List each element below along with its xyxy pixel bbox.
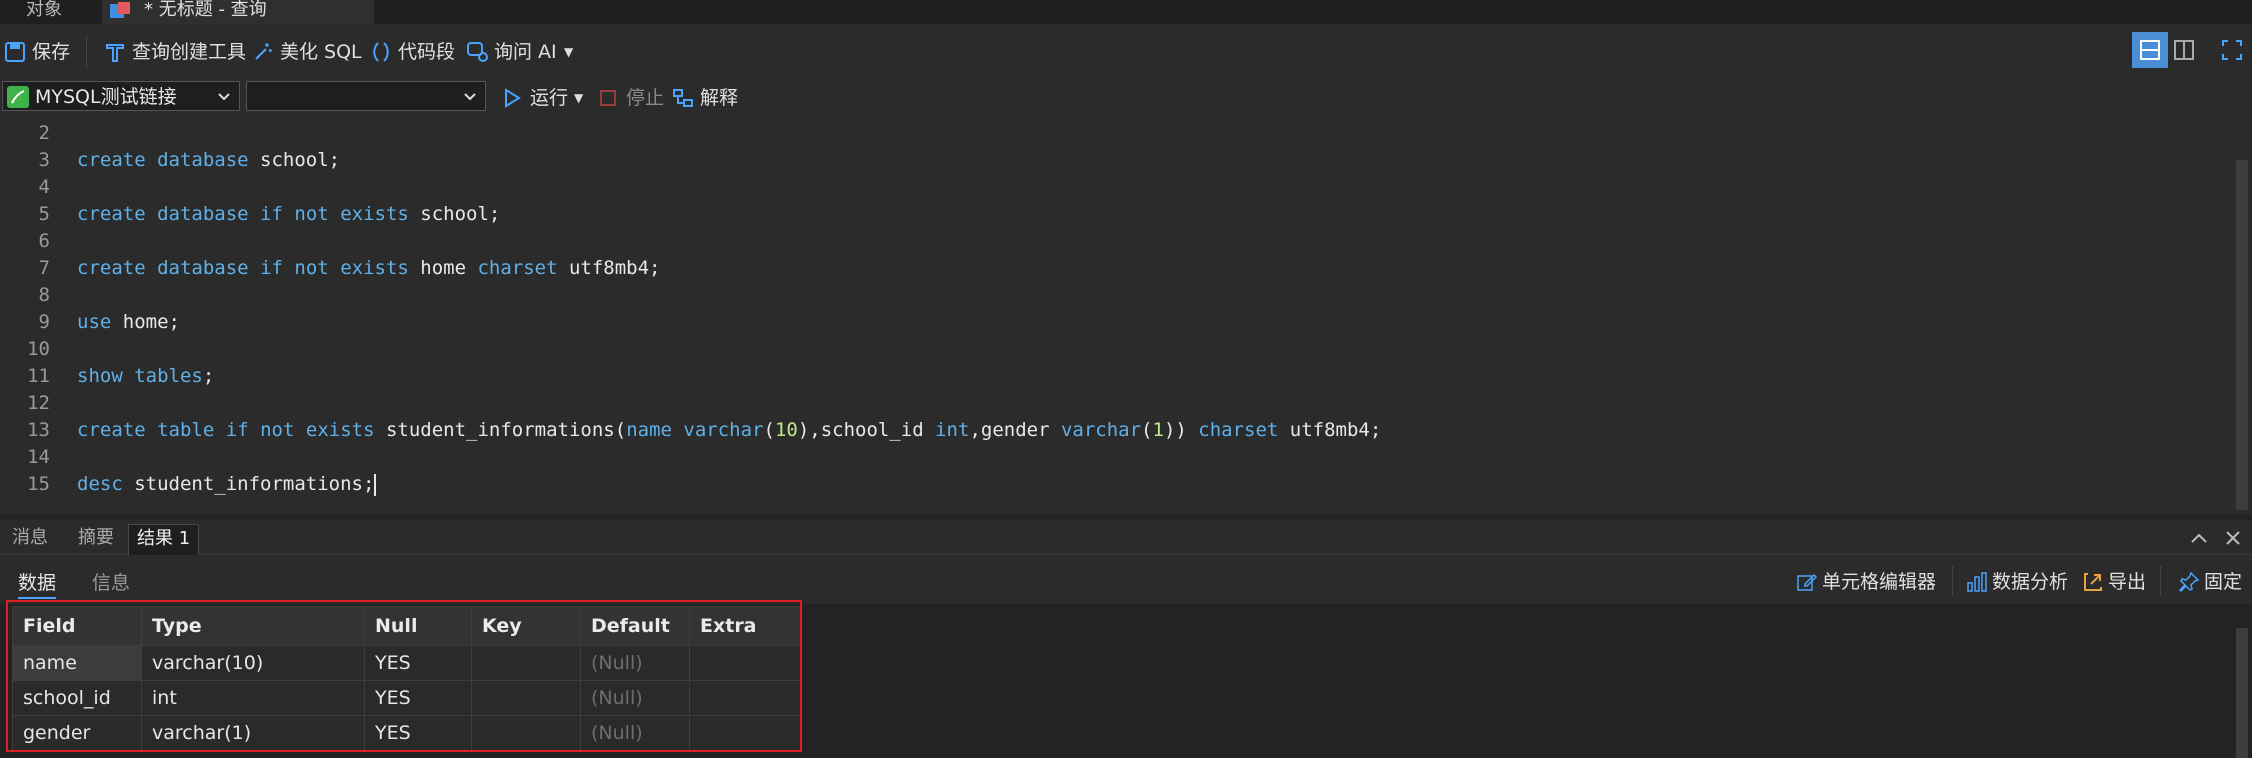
pin-button[interactable]: 固定 — [2178, 568, 2248, 596]
highlight-box — [6, 600, 802, 752]
toolbar-divider — [1952, 566, 1953, 596]
tab-result-1[interactable]: 结果 1 — [128, 524, 200, 555]
stop-button[interactable]: 停止 — [598, 84, 668, 112]
cell-editor-label: 单元格编辑器 — [1822, 571, 1937, 593]
explain-button[interactable]: 解释 — [672, 84, 752, 112]
line-number: 10 — [27, 338, 50, 360]
code-line: create database if not exists home chars… — [77, 257, 661, 279]
line-number: 3 — [38, 149, 50, 171]
code-line: desc student_informations; — [77, 473, 377, 496]
result-tab-bar: 消息 摘要 结果 1 — [0, 520, 2252, 555]
save-label: 保存 — [32, 41, 71, 63]
line-number: 6 — [38, 230, 50, 252]
query-icon — [110, 2, 130, 18]
split-horizontal-icon — [2140, 40, 2160, 60]
query-toolbar: 保存 查询创建工具 美化 SQL 代码段 询问 AI ▼ — [0, 24, 2252, 78]
editor-scrollbar-thumb[interactable] — [2236, 160, 2248, 510]
ask-ai-dropdown-icon[interactable]: ▼ — [564, 38, 573, 66]
result-subtab-bar: 数据 信息 单元格编辑器 数据分析 导出 固定 — [0, 556, 2252, 604]
ask-ai-label: 询问 AI — [494, 41, 557, 63]
tab-data[interactable]: 数据 — [18, 568, 57, 599]
query-builder-icon — [106, 44, 124, 62]
connection-toolbar: MYSQL测试链接 运行 ▼ 停止 解释 — [0, 78, 2252, 120]
run-label: 运行 — [530, 87, 569, 109]
tab-untitled-query-label: * 无标题 - 查询 — [144, 0, 267, 20]
explain-label: 解释 — [700, 87, 739, 109]
line-number: 2 — [38, 122, 50, 144]
sql-editor[interactable]: 2 3 4 5 6 7 8 9 10 11 12 13 14 15 create… — [0, 118, 2230, 514]
grid-scrollbar-thumb[interactable] — [2236, 628, 2248, 758]
query-builder-button[interactable]: 查询创建工具 — [104, 38, 247, 66]
fullscreen-button[interactable] — [2214, 32, 2250, 68]
grid-scrollbar[interactable] — [2232, 628, 2252, 758]
close-panel-icon[interactable] — [2222, 528, 2244, 548]
code-line: create table if not exists student_infor… — [77, 419, 1382, 441]
layout-top-bottom-button[interactable] — [2132, 32, 2168, 68]
toolbar-divider — [86, 36, 87, 68]
tab-objects[interactable]: 对象 — [26, 0, 96, 24]
line-number: 14 — [27, 446, 50, 468]
text-cursor — [374, 473, 377, 496]
layout-left-right-button[interactable] — [2166, 32, 2202, 68]
pin-icon — [2178, 571, 2200, 593]
line-number: 8 — [38, 284, 50, 306]
data-analysis-label: 数据分析 — [1992, 571, 2069, 593]
split-vertical-icon — [2174, 40, 2194, 60]
tab-untitled-query[interactable]: * 无标题 - 查询 — [102, 0, 374, 24]
run-dropdown-icon[interactable]: ▼ — [574, 84, 583, 112]
line-number: 5 — [38, 203, 50, 225]
export-icon — [2084, 573, 2102, 591]
line-number: 11 — [27, 365, 50, 387]
pin-label: 固定 — [2204, 571, 2243, 593]
run-button[interactable]: 运行 ▼ — [502, 84, 590, 112]
code-line: use home; — [77, 311, 180, 333]
line-number: 15 — [27, 473, 50, 495]
edit-icon — [1797, 573, 1818, 591]
export-label: 导出 — [2108, 571, 2147, 593]
chevron-down-icon — [464, 93, 476, 101]
tab-messages[interactable]: 消息 — [4, 524, 56, 554]
data-analysis-button[interactable]: 数据分析 — [1966, 568, 2072, 596]
beautify-sql-button[interactable]: 美化 SQL — [252, 38, 362, 66]
ai-chat-icon — [467, 42, 488, 62]
line-number: 12 — [27, 392, 50, 414]
code-snippet-label: 代码段 — [398, 41, 456, 63]
connection-select[interactable]: MYSQL测试链接 — [2, 81, 240, 111]
cell-editor-button[interactable]: 单元格编辑器 — [1796, 568, 1946, 596]
stop-icon — [600, 90, 616, 106]
code-snippet-button[interactable]: 代码段 — [370, 38, 460, 66]
line-number: 7 — [38, 257, 50, 279]
ask-ai-button[interactable]: 询问 AI ▼ — [466, 38, 576, 66]
stop-label: 停止 — [626, 87, 665, 109]
code-line: create database if not exists school; — [77, 203, 501, 225]
line-number: 4 — [38, 176, 50, 198]
database-select[interactable] — [246, 81, 486, 111]
parentheses-icon — [373, 42, 389, 62]
line-number-gutter: 2 3 4 5 6 7 8 9 10 11 12 13 14 15 — [0, 118, 62, 514]
chevron-down-icon — [218, 93, 230, 101]
toolbar-divider — [2160, 566, 2161, 596]
fullscreen-icon — [2222, 40, 2242, 60]
code-line: create database school; — [77, 149, 341, 171]
play-icon — [505, 88, 521, 108]
collapse-panel-icon[interactable] — [2188, 528, 2210, 548]
document-tab-bar: 对象 * 无标题 - 查询 — [0, 0, 2252, 24]
line-number: 13 — [27, 419, 50, 441]
query-builder-label: 查询创建工具 — [132, 41, 247, 63]
connection-select-value: MYSQL测试链接 — [35, 86, 177, 108]
save-button[interactable]: 保存 — [4, 38, 74, 66]
magic-wand-icon — [255, 43, 272, 60]
tab-info[interactable]: 信息 — [92, 568, 130, 595]
mysql-connection-icon — [7, 86, 29, 108]
tab-summary[interactable]: 摘要 — [70, 524, 122, 554]
code-line: show tables; — [77, 365, 215, 387]
export-button[interactable]: 导出 — [2082, 568, 2152, 596]
explain-icon — [673, 89, 693, 107]
line-number: 9 — [38, 311, 50, 333]
editor-scrollbar[interactable] — [2232, 118, 2252, 514]
bar-chart-icon — [1967, 572, 1987, 592]
beautify-sql-label: 美化 SQL — [280, 41, 362, 63]
save-icon — [5, 42, 25, 62]
